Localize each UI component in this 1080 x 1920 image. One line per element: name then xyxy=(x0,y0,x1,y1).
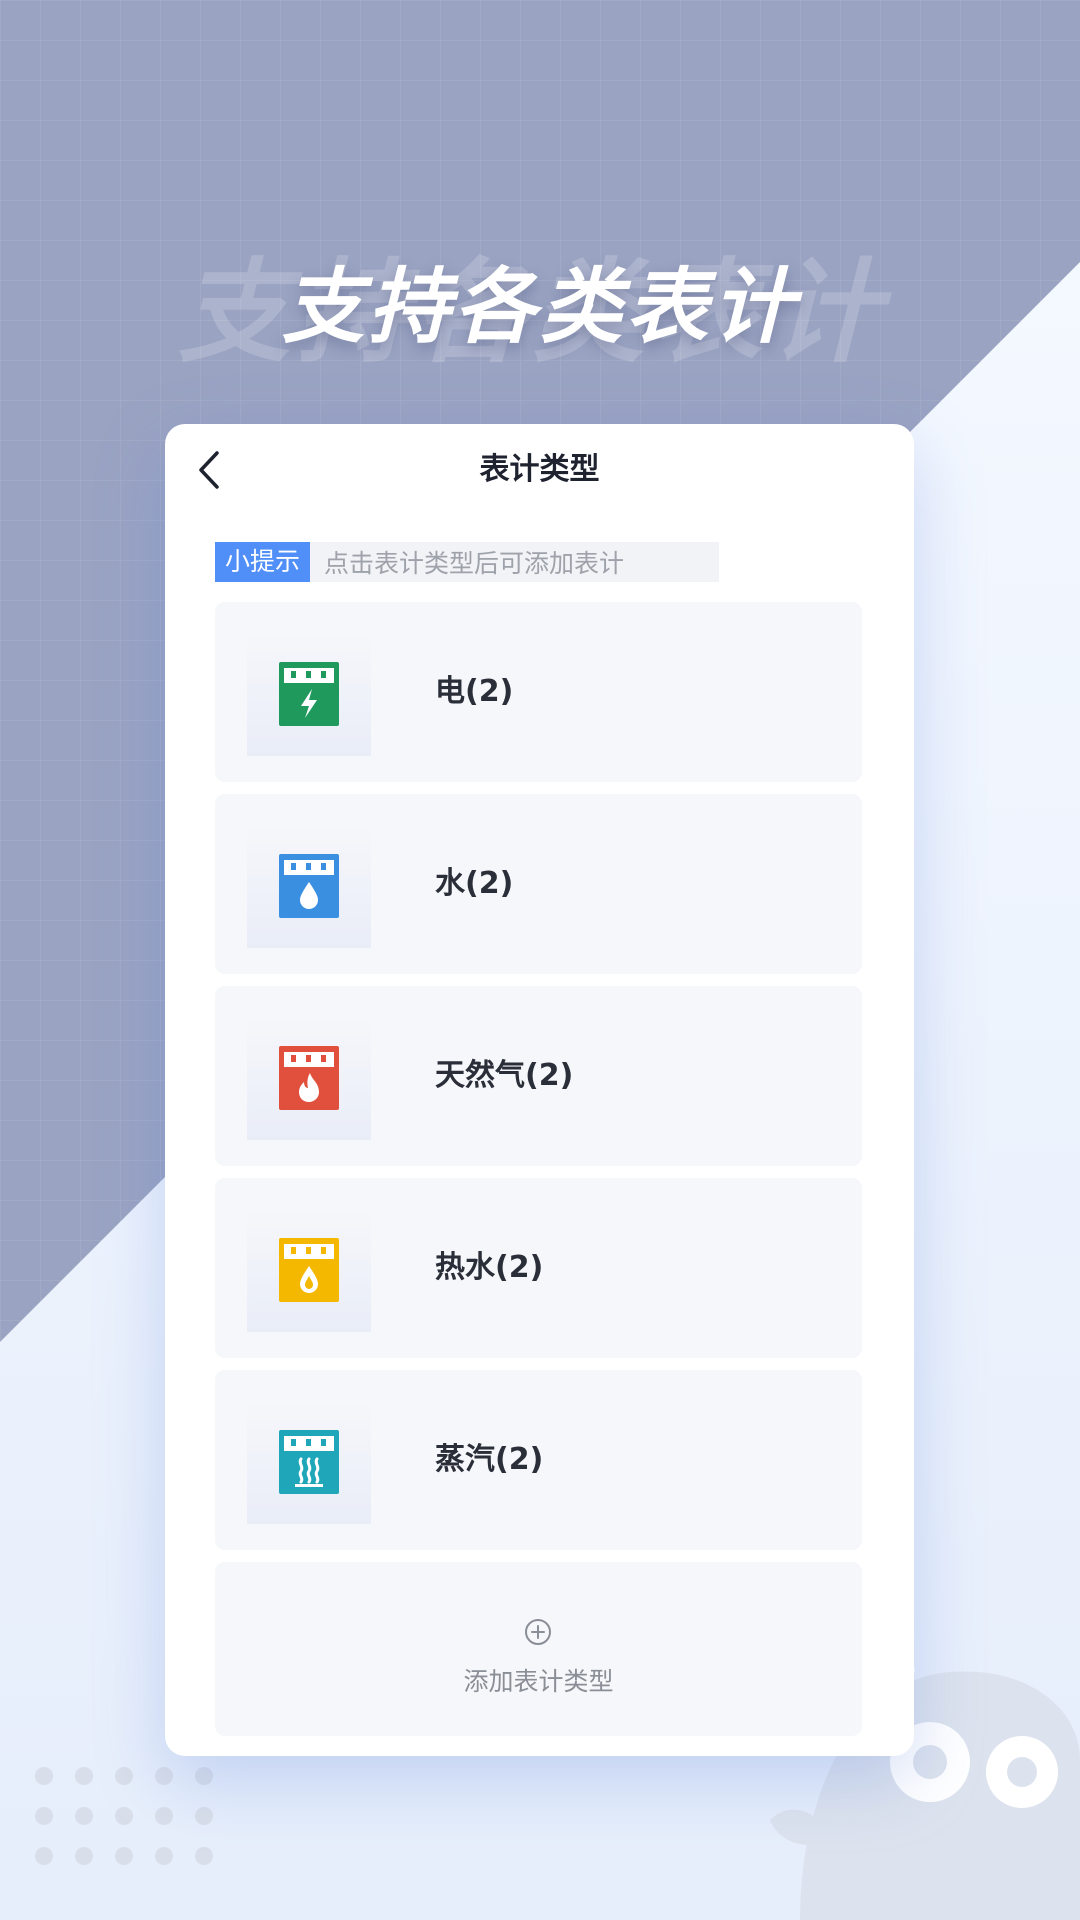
icon-tile xyxy=(247,1400,371,1524)
water-meter-icon xyxy=(279,854,339,918)
meter-type-item-hot-water[interactable]: 热水(2) xyxy=(215,1178,862,1358)
meter-type-label: 天然气(2) xyxy=(435,1058,574,1093)
plus-circle-icon xyxy=(525,1619,551,1645)
add-meter-type-button[interactable]: 添加表计类型 xyxy=(215,1562,862,1736)
meter-type-item-steam[interactable]: 蒸汽(2) xyxy=(215,1370,862,1550)
icon-tile xyxy=(247,1208,371,1332)
meter-type-card: 表计类型 小提示 点击表计类型后可添加表计 电(2) 水(2) 天然气(2) 热… xyxy=(165,424,914,1756)
icon-tile xyxy=(247,632,371,756)
page-title: 表计类型 xyxy=(479,452,600,487)
meter-type-label: 水(2) xyxy=(435,866,514,901)
tip-badge: 小提示 xyxy=(215,542,311,582)
decorative-dots xyxy=(35,1767,213,1865)
tip-text: 点击表计类型后可添加表计 xyxy=(324,549,625,578)
steam-meter-icon xyxy=(279,1430,339,1494)
meter-type-label: 蒸汽(2) xyxy=(435,1442,544,1477)
headline: 支持各类表计 xyxy=(282,260,798,355)
hot-water-meter-icon xyxy=(279,1238,339,1302)
meter-type-item-electricity[interactable]: 电(2) xyxy=(215,602,862,782)
icon-tile xyxy=(247,1016,371,1140)
icon-tile xyxy=(247,824,371,948)
tip-banner: 小提示 点击表计类型后可添加表计 xyxy=(215,542,719,582)
meter-type-item-water[interactable]: 水(2) xyxy=(215,794,862,974)
add-meter-type-label: 添加表计类型 xyxy=(463,1667,614,1696)
meter-type-label: 电(2) xyxy=(435,674,514,709)
meter-type-label: 热水(2) xyxy=(435,1250,544,1285)
gas-meter-icon xyxy=(279,1046,339,1110)
meter-type-list: 电(2) 水(2) 天然气(2) 热水(2) 蒸汽(2) 添加表计类型 xyxy=(215,602,862,1736)
electricity-meter-icon xyxy=(279,662,339,726)
meter-type-item-gas[interactable]: 天然气(2) xyxy=(215,986,862,1166)
